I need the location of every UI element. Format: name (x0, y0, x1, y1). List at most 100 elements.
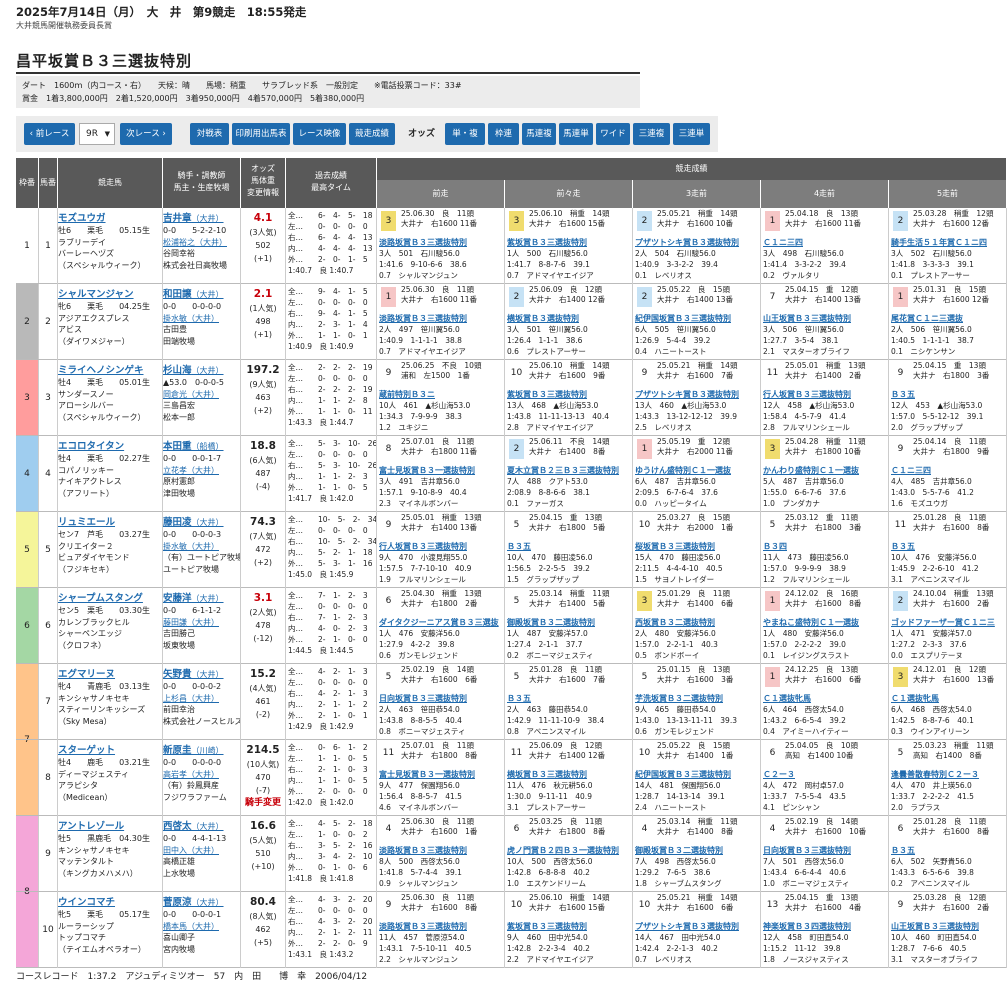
odds-quinella-button[interactable]: 馬連複 (522, 123, 556, 145)
past-race-time: 1:41.7 8-8-7-6 39.1 (507, 260, 590, 269)
past-race-link[interactable]: 騎手生活５１年賞Ｃ１ニ四 (891, 237, 1006, 248)
past-race-link[interactable]: 紀伊国坂賞Ｂ３三選抜特別 (635, 313, 760, 324)
past-race-link[interactable]: Ｂ３四 (763, 541, 888, 552)
trainer-link[interactable]: 橋本馬（大井） (163, 921, 240, 933)
jockey-name-link[interactable]: 矢野貴 (163, 669, 192, 680)
past-race-link[interactable]: 横坂賞Ｂ３三選抜特別 (507, 769, 632, 780)
jockey-name-link[interactable]: 安藤洋 (163, 593, 192, 604)
horse-name-link[interactable]: スターゲット (58, 742, 162, 756)
past-race-link[interactable]: プザツトシキ賞Ｂ３選抜特別 (635, 237, 760, 248)
odds-trifecta-button[interactable]: 三連単 (673, 123, 710, 145)
past-race-link[interactable]: 御殿坂賞Ｂ３二選抜特別 (635, 845, 760, 856)
past-race-link[interactable]: 日向坂賞Ｂ３三選抜特別 (763, 845, 888, 856)
past-race-course: 大井ナ 右1800 3番 (913, 371, 990, 380)
jockey-name-link[interactable]: 西啓太 (163, 821, 192, 832)
horse-name-link[interactable]: シャルマンジャン (58, 286, 162, 300)
next-race-button[interactable]: 次レース › (120, 123, 172, 145)
trainer-link[interactable]: 上杉昌（大井） (163, 693, 240, 705)
past-race-link[interactable]: 紫坂賞Ｂ３三選抜特別 (507, 237, 632, 248)
race-select[interactable]: 9R ▼ (79, 123, 115, 145)
past-race-link[interactable]: Ｂ３五 (507, 693, 632, 704)
past-race-link[interactable]: 行人坂賞Ｂ３三選抜特別 (763, 389, 888, 400)
past-race-link[interactable]: 山王坂賞Ｂ３三選抜特別 (891, 921, 1006, 932)
trainer-link[interactable]: 松浦裕之（大井） (163, 237, 240, 249)
trainer-link[interactable]: 岡倉光（大井） (163, 389, 240, 401)
past-race-link[interactable]: 行人坂賞Ｂ３三選抜特別 (379, 541, 504, 552)
past-race-link[interactable]: 尾花賞Ｃ１ニ三選抜 (891, 313, 1006, 324)
past-race-link[interactable]: 夏木立賞Ｂ２三Ｂ３三選抜特別 (507, 465, 632, 476)
past-race-link[interactable]: 紫坂賞Ｂ３三選抜特別 (507, 921, 632, 932)
past-race-link[interactable]: 富士見坂賞Ｂ３一選抜特別 (379, 769, 504, 780)
past-race-link[interactable]: Ｃ１選抜牝馬 (763, 693, 888, 704)
jockey-name-link[interactable]: 菅原涼 (163, 897, 192, 908)
past-race-link[interactable]: ダイタクジーニアス賞Ｂ３三選抜 (379, 617, 504, 628)
past-race-link[interactable]: やまねこ盛特別Ｃ１一選抜 (763, 617, 888, 628)
past-race-link[interactable]: Ｂ３五 (891, 541, 1006, 552)
race-video-button[interactable]: レース映像 (293, 123, 346, 145)
past-race-date: 25.06.30 良 11頭 (401, 285, 474, 294)
jockey-name-link[interactable]: 新原圭 (163, 745, 192, 756)
past-race-link[interactable]: Ｃ１ニ三四 (891, 465, 1006, 476)
past-race-link[interactable]: 紀伊国坂賞Ｂ３三選抜特別 (635, 769, 760, 780)
past-race-link[interactable]: Ｂ３五 (891, 845, 1006, 856)
jockey-name-link[interactable]: 本田重 (163, 441, 192, 452)
past-race-link[interactable]: Ｃ１ニ三四 (763, 237, 888, 248)
prev-race-button[interactable]: ‹ 前レース (24, 123, 75, 145)
jockey-name-link[interactable]: 和田譲 (163, 289, 192, 300)
past-race-link[interactable]: 山王坂賞Ｂ３三選抜特別 (763, 313, 888, 324)
results-button[interactable]: 競走成績 (349, 123, 395, 145)
horse-name-link[interactable]: モズユウガ (58, 210, 162, 224)
horse-name-link[interactable]: ミライヘノシンゲキ (58, 362, 162, 376)
past-race-link[interactable]: 淡路坂賞Ｂ３三選抜特別 (379, 237, 504, 248)
horse-name-link[interactable]: リュミエール (58, 514, 162, 528)
past-race-link[interactable]: 富士見坂賞Ｂ３一選抜特別 (379, 465, 504, 476)
past-race-link[interactable]: かんわり盛特別Ｃ１一選抜 (763, 465, 888, 476)
jockey-name-link[interactable]: 杉山海 (163, 365, 192, 376)
past-race-link[interactable]: 淡路坂賞Ｂ３三選抜特別 (379, 921, 504, 932)
horse-name-link[interactable]: アントレゾール (58, 818, 162, 832)
horse-name-link[interactable]: エコロタイタン (58, 438, 162, 452)
past-race-link[interactable]: Ｂ３五 (507, 541, 632, 552)
past-race-link[interactable]: 西坂賞Ｂ３二選抜特別 (635, 617, 760, 628)
past-race-link[interactable]: ゆうけん盛特別Ｃ１一選抜 (635, 465, 760, 476)
past-race-link[interactable]: 逢曇善散春特別Ｃ２ー３ (891, 769, 1006, 780)
horse-name-link[interactable]: エグマリーヌ (58, 666, 162, 680)
horse-name-link[interactable]: ウインコマチ (58, 894, 162, 908)
odds-bracket-button[interactable]: 枠連 (488, 123, 519, 145)
past-race-link[interactable]: 御殿坂賞Ｂ３二選抜特別 (507, 617, 632, 628)
past-race-link[interactable]: 蔵前特別Ｂ３ニ (379, 389, 504, 400)
odds-exacta-button[interactable]: 馬連単 (559, 123, 593, 145)
odds-wide-button[interactable]: ワイド (596, 123, 630, 145)
past-race: 7 25.04.15 重 12頭 大井ナ 右1400 13番 山王坂賞Ｂ３三選抜特別 3… (761, 284, 889, 360)
odds-trio-button[interactable]: 三連複 (633, 123, 670, 145)
print-entries-button[interactable]: 印刷用出馬表 (232, 123, 290, 145)
past-race-link[interactable]: 神楽坂賞Ｂ３四選抜特別 (763, 921, 888, 932)
trainer-link[interactable]: 掛水敏（大井） (163, 541, 240, 553)
past-race-link[interactable]: Ｃ２ー３ (763, 769, 888, 780)
past-race-link[interactable]: Ｃ１選抜牝馬 (891, 693, 1006, 704)
trainer-link[interactable]: 掛水敏（大井） (163, 313, 240, 325)
past-race-link[interactable]: 芋洗坂賞Ｂ３二選抜特別 (635, 693, 760, 704)
trainer-link[interactable]: 藤田謙（大井） (163, 617, 240, 629)
past-race-link[interactable]: 淡路坂賞Ｂ３三選抜特別 (379, 845, 504, 856)
trainer-link[interactable]: 立花孝（大井） (163, 465, 240, 477)
past-race-link[interactable]: プザツトシキ賞Ｂ３選抜特別 (635, 921, 760, 932)
past-race-link[interactable]: 淡路坂賞Ｂ３三選抜特別 (379, 313, 504, 324)
jockey-name-link[interactable]: 吉井章 (163, 213, 192, 224)
trainer-link[interactable]: 田中入（大井） (163, 845, 240, 857)
past-race-link[interactable]: 桜坂賞Ｂ３三選抜特別 (635, 541, 760, 552)
finish-position: 1 (381, 287, 396, 307)
jockey-name-link[interactable]: 藤田凌 (163, 517, 192, 528)
past-race-link[interactable]: プザツトシキ賞Ｂ３選抜特別 (635, 389, 760, 400)
trainer-link[interactable]: 高岩孝（大井） (163, 769, 240, 781)
past-race-link[interactable]: 虎ノ門賞Ｂ２四Ｂ３一選抜特別 (507, 845, 632, 856)
matchup-table-button[interactable]: 対戦表 (190, 123, 229, 145)
odds-win-place-button[interactable]: 単・複 (445, 123, 485, 145)
past-race-link[interactable]: 横坂賞Ｂ３選抜特別 (507, 313, 632, 324)
past-race-link[interactable]: 日向坂賞Ｂ３三選抜特別 (379, 693, 504, 704)
past-race-link[interactable]: Ｂ３五 (891, 389, 1006, 400)
past-race-link[interactable]: ゴッドファーザー賞Ｃ１ニ三 (891, 617, 1006, 628)
horse-name-link[interactable]: シャープムスタング (58, 590, 162, 604)
past-race-link[interactable]: 紫坂賞Ｂ３三選抜特別 (507, 389, 632, 400)
past-race-detail: 6人 505 笹川翼56.0 (635, 325, 716, 334)
